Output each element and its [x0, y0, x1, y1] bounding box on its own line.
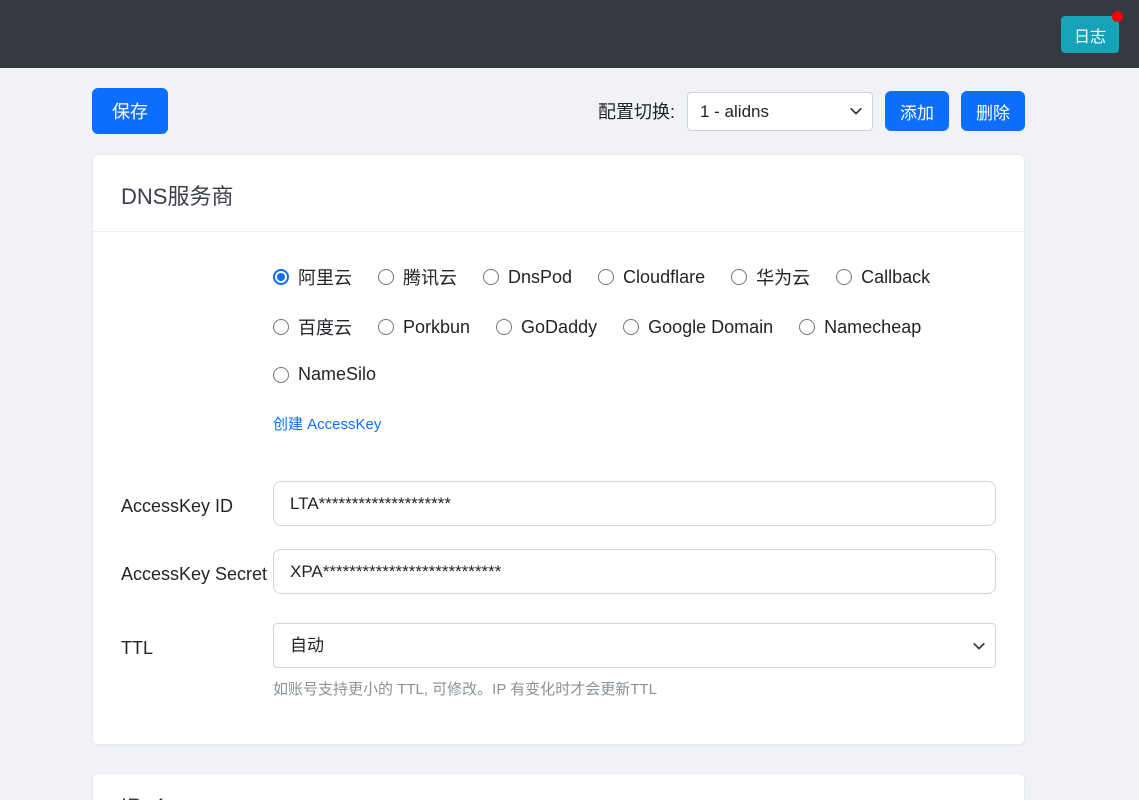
radio-icon — [378, 319, 394, 335]
add-config-button[interactable]: 添加 — [885, 91, 949, 131]
radio-label: 百度云 — [298, 314, 352, 340]
radio-label: DnsPod — [508, 267, 572, 288]
spacer — [273, 434, 996, 458]
provider-radio-group-row: 阿里云 腾讯云 DnsPod Cloudflare — [121, 260, 996, 458]
save-button[interactable]: 保存 — [92, 88, 168, 134]
radio-provider-tencent[interactable]: 腾讯云 — [378, 264, 457, 290]
radio-icon — [836, 269, 852, 285]
ipv4-card-title: IPv4 — [93, 774, 1024, 800]
accesskey-id-row: AccessKey ID — [121, 481, 996, 526]
radio-label: Namecheap — [824, 317, 921, 338]
radio-provider-callback[interactable]: Callback — [836, 264, 930, 290]
accesskey-id-field-wrap — [273, 481, 996, 526]
provider-label-spacer — [121, 260, 273, 270]
accesskey-id-input[interactable] — [273, 481, 996, 526]
radio-icon — [496, 319, 512, 335]
provider-radio-group: 阿里云 腾讯云 DnsPod Cloudflare — [273, 260, 996, 458]
toolbar: 保存 配置切换: 1 - alidns 添加 删除 — [92, 88, 1025, 134]
radio-provider-dnspod[interactable]: DnsPod — [483, 264, 572, 290]
config-select[interactable]: 1 - alidns — [687, 92, 873, 131]
radio-checked-icon — [273, 269, 289, 285]
ipv4-card: IPv4 — [92, 773, 1025, 800]
accesskey-secret-field-wrap — [273, 549, 996, 594]
radio-icon — [273, 319, 289, 335]
accesskey-secret-row: AccessKey Secret — [121, 549, 996, 594]
config-switch-label: 配置切换: — [598, 98, 675, 124]
top-navbar: 日志 — [0, 0, 1139, 68]
radio-provider-huawei[interactable]: 华为云 — [731, 264, 810, 290]
radio-label: Cloudflare — [623, 267, 705, 288]
radio-provider-baidu[interactable]: 百度云 — [273, 314, 352, 340]
radio-icon — [623, 319, 639, 335]
config-select-wrap: 1 - alidns — [687, 92, 873, 131]
create-accesskey-link[interactable]: 创建 AccessKey — [273, 413, 381, 434]
radio-provider-alidns[interactable]: 阿里云 — [273, 264, 352, 290]
ttl-field-wrap: 自动 如账号支持更小的 TTL, 可修改。IP 有变化时才会更新TTL — [273, 623, 996, 699]
radio-provider-google-domain[interactable]: Google Domain — [623, 314, 773, 340]
radio-label: NameSilo — [298, 364, 376, 385]
config-switcher: 配置切换: 1 - alidns 添加 删除 — [598, 91, 1025, 131]
radio-label: 华为云 — [756, 264, 810, 290]
radio-icon — [598, 269, 614, 285]
provider-radio-row-2: 百度云 Porkbun GoDaddy Google Domain — [273, 314, 996, 340]
accesskey-id-label: AccessKey ID — [121, 481, 273, 521]
main-container: 保存 配置切换: 1 - alidns 添加 删除 DNS服务商 — [92, 88, 1025, 800]
ttl-help-text: 如账号支持更小的 TTL, 可修改。IP 有变化时才会更新TTL — [273, 678, 996, 699]
radio-provider-namesilo[interactable]: NameSilo — [273, 364, 376, 385]
radio-icon — [273, 367, 289, 383]
dns-provider-card: DNS服务商 阿里云 腾讯云 — [92, 154, 1025, 745]
radio-label: 腾讯云 — [403, 264, 457, 290]
radio-icon — [378, 269, 394, 285]
radio-provider-porkbun[interactable]: Porkbun — [378, 314, 470, 340]
notification-dot-badge — [1112, 11, 1123, 22]
provider-radio-row-3: NameSilo — [273, 364, 996, 385]
ttl-row: TTL 自动 如账号支持更小的 TTL, 可修改。IP 有变化时才会更新TTL — [121, 623, 996, 699]
provider-radio-row-1: 阿里云 腾讯云 DnsPod Cloudflare — [273, 264, 996, 290]
radio-icon — [799, 319, 815, 335]
accesskey-secret-input[interactable] — [273, 549, 996, 594]
radio-icon — [731, 269, 747, 285]
ttl-label: TTL — [121, 623, 273, 663]
dns-card-title: DNS服务商 — [93, 155, 1024, 232]
radio-label: Porkbun — [403, 317, 470, 338]
radio-provider-namecheap[interactable]: Namecheap — [799, 314, 921, 340]
radio-label: Callback — [861, 267, 930, 288]
dns-card-body: 阿里云 腾讯云 DnsPod Cloudflare — [93, 232, 1024, 744]
radio-icon — [483, 269, 499, 285]
radio-label: Google Domain — [648, 317, 773, 338]
radio-provider-cloudflare[interactable]: Cloudflare — [598, 264, 705, 290]
radio-label: 阿里云 — [298, 264, 352, 290]
ttl-select[interactable]: 自动 — [273, 623, 996, 668]
logs-button[interactable]: 日志 — [1061, 16, 1119, 53]
radio-label: GoDaddy — [521, 317, 597, 338]
delete-config-button[interactable]: 删除 — [961, 91, 1025, 131]
ttl-select-wrap: 自动 — [273, 623, 996, 668]
accesskey-secret-label: AccessKey Secret — [121, 549, 273, 589]
radio-provider-godaddy[interactable]: GoDaddy — [496, 314, 597, 340]
